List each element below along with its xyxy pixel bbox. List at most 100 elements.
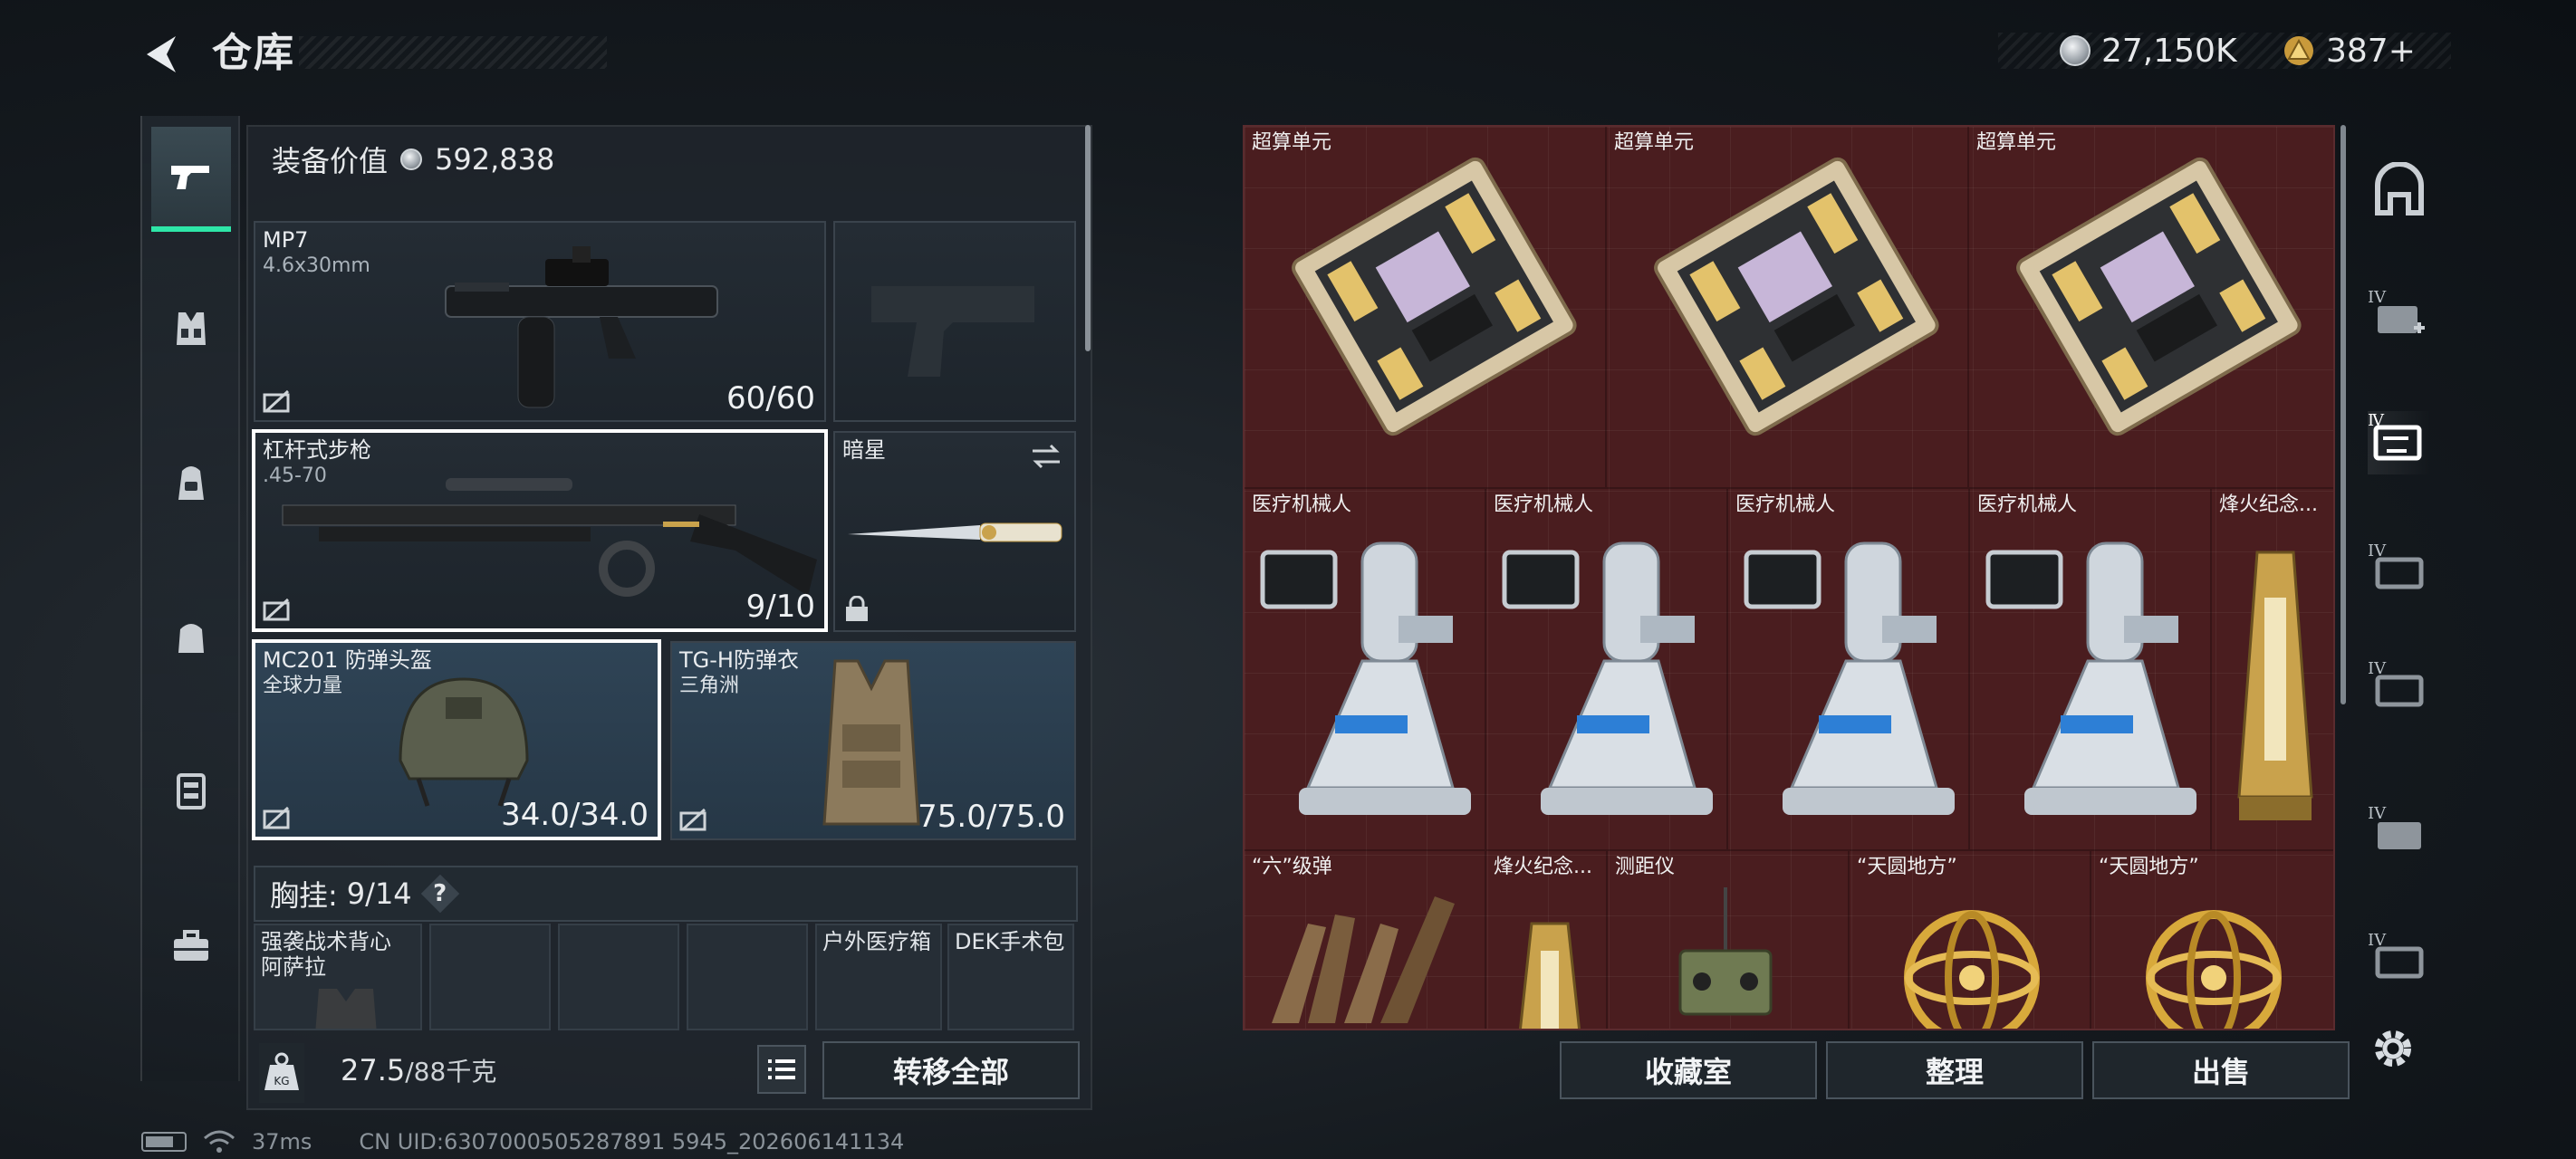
stash-item-trophy[interactable]: 烽火纪念... xyxy=(1486,851,1608,1029)
stash-item-medical-robot[interactable]: 医疗机械人 xyxy=(1970,489,2212,851)
supercomputer-unit-image xyxy=(2016,157,2302,436)
stash-item-supercomputer[interactable]: 超算单元 xyxy=(1245,127,1607,489)
list-view-button[interactable] xyxy=(757,1045,806,1094)
page-title: 仓库 xyxy=(212,30,295,76)
item-label: “天圆地方” xyxy=(2099,856,2199,878)
pistol-placeholder-icon xyxy=(871,286,1034,377)
stash-item-armillary-sphere[interactable]: “天圆地方” xyxy=(2091,851,2333,1029)
gold-triangle-icon xyxy=(2283,35,2315,66)
equip-value-label: 装备价值 xyxy=(272,144,389,178)
rail-case-tab[interactable] xyxy=(151,741,231,840)
supercomputer-unit-image xyxy=(1292,157,1577,436)
rig-slot-surgery-kit[interactable]: DEK手术包 xyxy=(947,924,1074,1030)
unlock-icon xyxy=(679,808,706,831)
swap-arrows-icon[interactable] xyxy=(1029,442,1063,471)
mp7-smg-image xyxy=(445,246,718,408)
stash-scrollbar[interactable] xyxy=(2341,125,2346,704)
item-label: “六”级弹 xyxy=(1252,856,1332,878)
stash-item-armillary-sphere[interactable]: “天圆地方” xyxy=(1850,851,2091,1029)
armor-slot[interactable]: TG-H防弹衣 三角洲 75.0/75.0 xyxy=(670,641,1076,840)
stash-item-supercomputer[interactable]: 超算单元 xyxy=(1607,127,1969,489)
gold-currency[interactable]: 387+ xyxy=(2283,33,2416,70)
medical-robot-image xyxy=(1985,541,2196,815)
stash-expansion-tab-1[interactable]: IV xyxy=(2368,288,2431,351)
rail-toolbox-tab[interactable] xyxy=(151,896,231,996)
item-label: “天圆地方” xyxy=(1857,856,1957,878)
stash-item-medical-robot[interactable]: 医疗机械人 xyxy=(1728,489,1970,851)
collection-room-button[interactable]: 收藏室 xyxy=(1560,1041,1817,1099)
stash-item-trophy[interactable]: 烽火纪念... xyxy=(2212,489,2333,851)
silver-currency-value: 27,150K xyxy=(2101,32,2237,70)
stash-expansion-tab-2[interactable]: IV xyxy=(2368,541,2431,605)
pistol-icon xyxy=(171,166,209,189)
silver-currency[interactable]: 27,150K xyxy=(2060,32,2237,70)
transfer-all-button[interactable]: 转移全部 xyxy=(822,1041,1080,1099)
rig-slot-name: 户外医疗箱 xyxy=(822,929,931,954)
safe-bag-icon xyxy=(178,624,204,653)
stash-rail: IV Ⅳ IV IV IV IV xyxy=(2350,116,2444,1058)
rangefinder-image xyxy=(1678,887,1773,1016)
stash-item-supercomputer[interactable]: 超算单元 xyxy=(1969,127,2333,489)
melee-slot[interactable]: 暗星 xyxy=(833,431,1076,632)
slot-item-name: 暗星 xyxy=(842,437,886,463)
rail-chest-rig-tab[interactable] xyxy=(151,279,231,378)
primary-weapon-slot[interactable]: MP7 4.6x30mm 60/60 xyxy=(254,221,826,422)
rig-slot-name: 强袭战术背心 阿萨拉 xyxy=(261,929,391,980)
bullets-image xyxy=(1272,896,1455,1023)
weight-icon: KG xyxy=(259,1043,304,1103)
rig-slot-empty[interactable] xyxy=(429,924,551,1030)
stash-main-tab[interactable] xyxy=(2368,158,2431,221)
settings-button[interactable] xyxy=(2366,1021,2420,1076)
title-decoration xyxy=(299,36,607,69)
secondary-weapon-slot[interactable]: 杠杆式步枪 .45-70 9/10 xyxy=(252,429,828,632)
armillary-sphere-image xyxy=(2146,910,2282,1029)
rig-slot-empty[interactable] xyxy=(558,924,679,1030)
pistol-slot-empty[interactable] xyxy=(833,221,1076,422)
stash-expansion-tab-3[interactable]: IV xyxy=(2368,659,2431,723)
rig-slot-vest[interactable]: 强袭战术背心 阿萨拉 xyxy=(254,924,422,1030)
rail-backpack-tab[interactable] xyxy=(151,433,231,532)
medical-robot-image xyxy=(1502,541,1713,815)
sort-button[interactable]: 整理 xyxy=(1826,1041,2083,1099)
stash-item-medical-robot[interactable]: 医疗机械人 xyxy=(1486,489,1728,851)
stash-item-medical-robot[interactable]: 医疗机械人 xyxy=(1245,489,1486,851)
chest-rig-capacity: 9/14 xyxy=(346,876,412,911)
rail-safe-bag-tab[interactable] xyxy=(151,587,231,686)
sell-button[interactable]: 出售 xyxy=(2092,1041,2350,1099)
rail-weapons-tab[interactable] xyxy=(151,127,231,232)
lever-rifle-image xyxy=(282,478,817,597)
carry-weight-current: 27.5 xyxy=(341,1053,406,1087)
slot-ammo-type: 4.6x30mm xyxy=(263,254,370,277)
rig-slot-empty[interactable] xyxy=(687,924,808,1030)
item-label: 医疗机械人 xyxy=(1977,493,2078,516)
list-icon xyxy=(768,1059,795,1079)
stash-grid: 超算单元 超算单元 超算单元 医疗机械人 医疗机械人 医疗机械人 医疗机械人 烽… xyxy=(1243,125,2335,1030)
carry-weight-max: /88千克 xyxy=(405,1057,497,1087)
rig-slot-name: DEK手术包 xyxy=(955,929,1065,954)
medical-robot-image xyxy=(1260,541,1471,815)
unlock-icon xyxy=(263,389,290,413)
gear-icon xyxy=(2375,1030,2411,1067)
slot-item-brand: 全球力量 xyxy=(263,675,343,697)
backpack-icon xyxy=(178,466,204,500)
item-label: 医疗机械人 xyxy=(1252,493,1352,516)
helmet-slot[interactable]: MC201 防弹头盔 全球力量 34.0/34.0 xyxy=(252,639,661,840)
help-button[interactable]: ? xyxy=(421,875,459,913)
tactical-vest-image xyxy=(315,989,377,1029)
item-label: 烽火纪念... xyxy=(1494,856,1592,878)
rig-slot-medkit[interactable]: 户外医疗箱 xyxy=(815,924,942,1030)
helmet-image xyxy=(399,677,529,807)
stash-expansion-tab-4[interactable]: IV xyxy=(2368,804,2431,867)
stash-expansion-tab-active[interactable]: Ⅳ xyxy=(2368,411,2431,474)
chest-rig-label: 胸挂: xyxy=(270,878,338,913)
stash-expansion-tab-5[interactable]: IV xyxy=(2368,931,2431,994)
unlock-icon xyxy=(263,806,290,829)
back-button[interactable] xyxy=(136,27,190,81)
battery-icon xyxy=(141,1132,187,1152)
loadout-scrollbar[interactable] xyxy=(1085,125,1091,351)
durability-value: 34.0/34.0 xyxy=(501,797,649,833)
toolbox-icon xyxy=(174,930,208,961)
beacon-trophy-image xyxy=(1518,922,1581,1029)
stash-item-rangefinder[interactable]: 测距仪 xyxy=(1608,851,1850,1029)
stash-item-six-grade-bullets[interactable]: “六”级弹 xyxy=(1245,851,1486,1029)
